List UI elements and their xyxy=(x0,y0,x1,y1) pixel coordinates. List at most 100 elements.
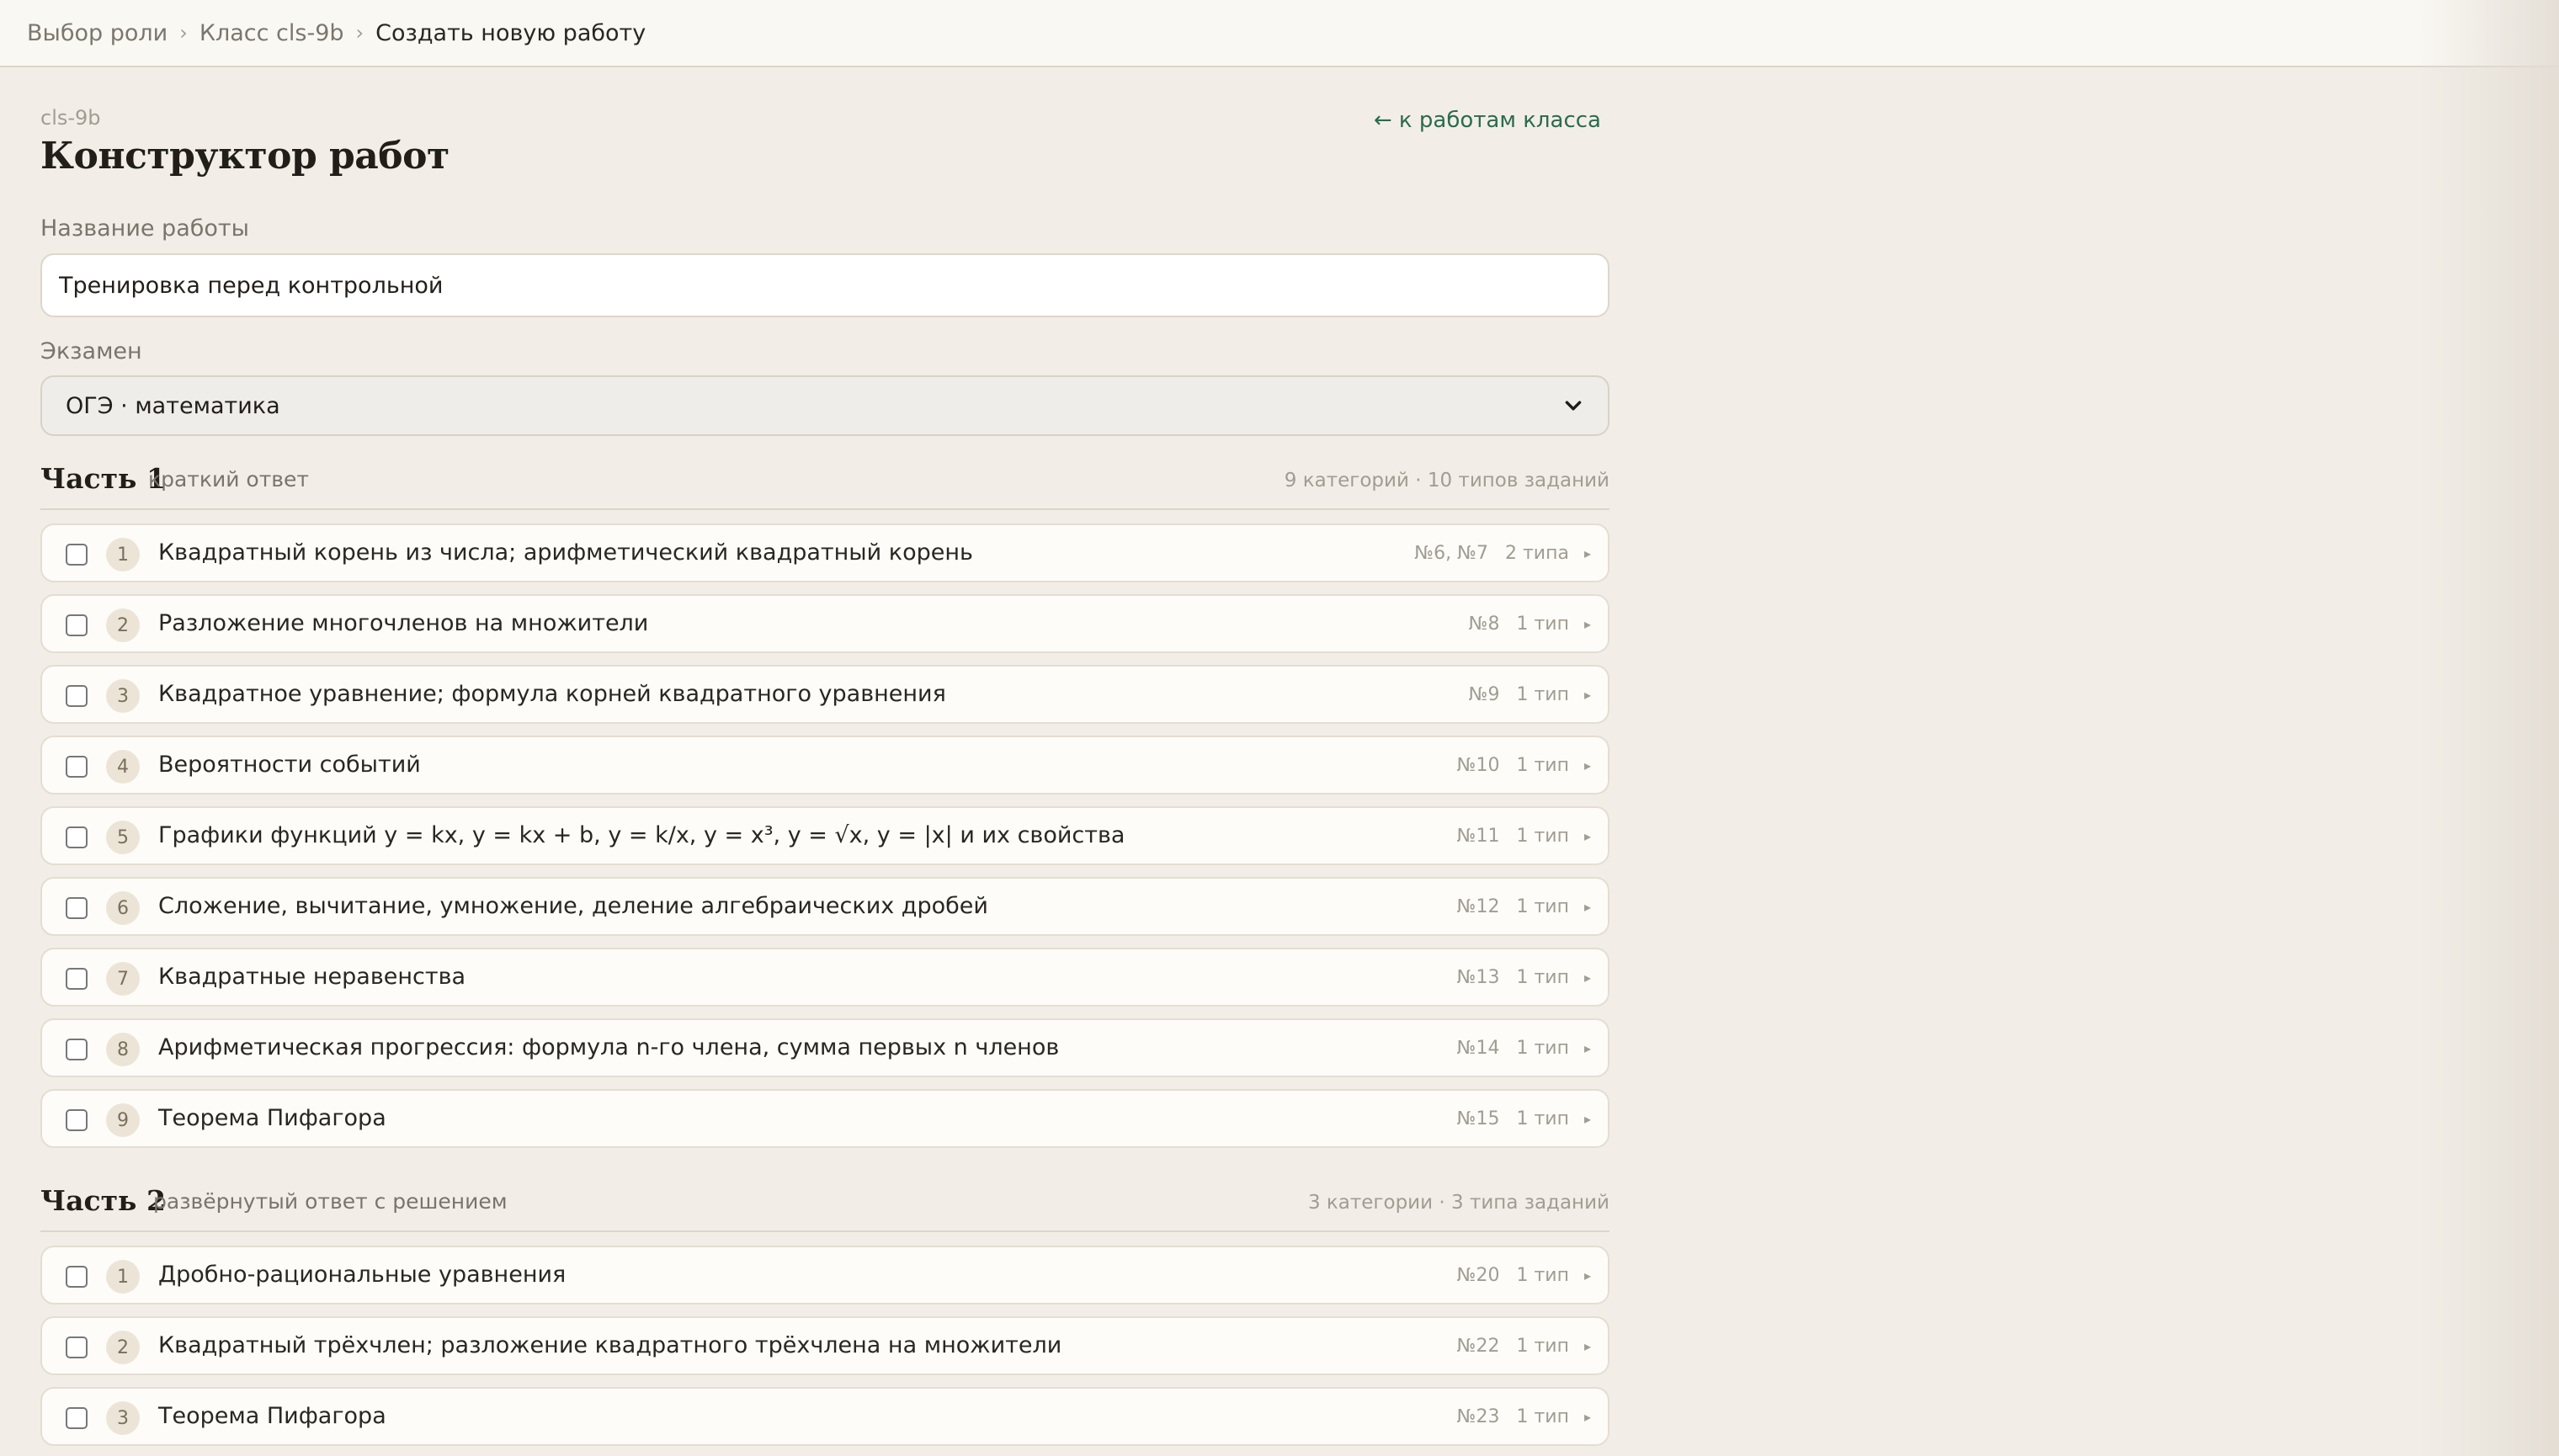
category-row[interactable]: 3 Теорема Пифагора №23 1 тип ▸ xyxy=(40,1387,1609,1446)
page-title: Конструктор работ xyxy=(40,135,450,178)
breadcrumb-current: Создать новую работу xyxy=(375,19,646,46)
category-number-badge: 8 xyxy=(106,1033,140,1066)
expand-arrow-icon[interactable]: ▸ xyxy=(1584,545,1591,561)
expand-arrow-icon[interactable]: ▸ xyxy=(1584,970,1591,986)
category-row[interactable]: 2 Разложение многочленов на множители №8 1 … xyxy=(40,594,1609,653)
category-type-count: 1 тип xyxy=(1516,683,1569,705)
expand-arrow-icon[interactable]: ▸ xyxy=(1584,757,1591,773)
category-row[interactable]: 3 Квадратное уравнение; формула корней кв… xyxy=(40,665,1609,724)
chevron-down-icon xyxy=(1565,401,1582,411)
category-row[interactable]: 1 Дробно-рациональные уравнения №20 1 тип ▸ xyxy=(40,1246,1609,1305)
back-to-class-works-link[interactable]: ← к работам класса xyxy=(1374,108,1601,133)
category-checkbox[interactable] xyxy=(66,1039,88,1060)
category-checkbox[interactable] xyxy=(66,756,88,778)
category-checkbox[interactable] xyxy=(66,1266,88,1288)
part-2-stats: 3 категории · 3 типа заданий xyxy=(1307,1192,1609,1214)
category-checkbox[interactable] xyxy=(66,1109,88,1131)
category-row[interactable]: 2 Квадратный трёхчлен; разложение квадрат… xyxy=(40,1316,1609,1375)
expand-arrow-icon[interactable]: ▸ xyxy=(1584,899,1591,915)
expand-arrow-icon[interactable]: ▸ xyxy=(1584,1040,1591,1056)
category-name: Теорема Пифагора xyxy=(158,1105,386,1131)
breadcrumb-role-select[interactable]: Выбор роли xyxy=(27,20,168,46)
right-edge-shade xyxy=(2416,0,2559,1456)
category-number-badge: 2 xyxy=(106,608,140,642)
category-row[interactable]: 6 Сложение, вычитание, умножение, деление… xyxy=(40,877,1609,936)
category-number-badge: 5 xyxy=(106,821,140,854)
category-checkbox[interactable] xyxy=(66,1407,88,1429)
category-meta: №13 1 тип ▸ xyxy=(1457,949,1591,1005)
category-type-count: 1 тип xyxy=(1516,613,1569,635)
category-type-count: 1 тип xyxy=(1516,1264,1569,1286)
category-task-numbers: №11 xyxy=(1456,825,1500,847)
category-row[interactable]: 8 Арифметическая прогрессия: формула n-го… xyxy=(40,1018,1609,1077)
part-1-subtitle: краткий ответ xyxy=(148,467,309,492)
exam-select[interactable]: ОГЭ · математика xyxy=(40,375,1609,436)
category-meta: №22 1 тип ▸ xyxy=(1457,1318,1591,1374)
category-row[interactable]: 4 Вероятности событий №10 1 тип ▸ xyxy=(40,736,1609,794)
category-checkbox[interactable] xyxy=(66,544,88,566)
category-type-count: 1 тип xyxy=(1516,895,1569,917)
work-title-label: Название работы xyxy=(40,215,249,242)
category-number-badge: 9 xyxy=(106,1103,140,1137)
category-name: Квадратный корень из числа; арифметическ… xyxy=(158,539,973,566)
category-name: Сложение, вычитание, умножение, деление … xyxy=(158,893,988,919)
category-number-badge: 7 xyxy=(106,962,140,996)
category-checkbox[interactable] xyxy=(66,897,88,919)
part-2-header: Часть 2 развёрнутый ответ с решением 3 к… xyxy=(40,1182,1609,1232)
category-task-numbers: №9 xyxy=(1468,683,1500,705)
part-2-title: Часть 2 xyxy=(40,1184,166,1217)
category-type-count: 1 тип xyxy=(1516,966,1569,988)
expand-arrow-icon[interactable]: ▸ xyxy=(1584,1409,1591,1425)
category-type-count: 1 тип xyxy=(1516,1108,1569,1129)
category-meta: №6, №7 2 типа ▸ xyxy=(1414,525,1591,581)
category-task-numbers: №6, №7 xyxy=(1414,542,1488,564)
category-task-numbers: №12 xyxy=(1456,895,1500,917)
category-checkbox[interactable] xyxy=(66,685,88,707)
exam-label: Экзамен xyxy=(40,338,142,364)
category-task-numbers: №22 xyxy=(1456,1335,1500,1357)
exam-select-value: ОГЭ · математика xyxy=(66,392,280,419)
expand-arrow-icon[interactable]: ▸ xyxy=(1584,1111,1591,1127)
category-task-numbers: №23 xyxy=(1456,1406,1500,1427)
category-name: Арифметическая прогрессия: формула n-го … xyxy=(158,1034,1060,1060)
expand-arrow-icon[interactable]: ▸ xyxy=(1584,828,1591,844)
expand-arrow-icon[interactable]: ▸ xyxy=(1584,687,1591,703)
category-name: Графики функций y = kx, y = kx + b, y = … xyxy=(158,822,1125,848)
category-name: Квадратный трёхчлен; разложение квадратн… xyxy=(158,1332,1062,1358)
category-meta: №8 1 тип ▸ xyxy=(1469,596,1591,651)
category-number-badge: 6 xyxy=(106,891,140,925)
category-checkbox[interactable] xyxy=(66,614,88,636)
category-row[interactable]: 7 Квадратные неравенства №13 1 тип ▸ xyxy=(40,948,1609,1007)
category-type-count: 2 типа xyxy=(1505,542,1569,564)
category-checkbox[interactable] xyxy=(66,1336,88,1358)
category-name: Разложение многочленов на множители xyxy=(158,610,649,636)
category-number-badge: 2 xyxy=(106,1331,140,1364)
chevron-right-icon: › xyxy=(355,21,364,45)
category-meta: №14 1 тип ▸ xyxy=(1457,1020,1591,1076)
expand-arrow-icon[interactable]: ▸ xyxy=(1584,616,1591,632)
category-number-badge: 1 xyxy=(106,1260,140,1294)
part-1-header: Часть 1 краткий ответ 9 категорий · 10 т… xyxy=(40,460,1609,510)
category-type-count: 1 тип xyxy=(1516,754,1569,776)
category-meta: №15 1 тип ▸ xyxy=(1457,1091,1591,1146)
category-name: Дробно-рациональные уравнения xyxy=(158,1262,567,1288)
expand-arrow-icon[interactable]: ▸ xyxy=(1584,1338,1591,1354)
category-row[interactable]: 5 Графики функций y = kx, y = kx + b, y =… xyxy=(40,806,1609,865)
category-type-count: 1 тип xyxy=(1516,1406,1569,1427)
category-type-count: 1 тип xyxy=(1516,1335,1569,1357)
category-row[interactable]: 1 Квадратный корень из числа; арифметичес… xyxy=(40,523,1609,582)
expand-arrow-icon[interactable]: ▸ xyxy=(1584,1267,1591,1283)
category-name: Квадратные неравенства xyxy=(158,964,466,990)
category-task-numbers: №13 xyxy=(1456,966,1500,988)
work-title-input[interactable] xyxy=(40,253,1609,317)
breadcrumb-class[interactable]: Класс cls-9b xyxy=(200,20,344,46)
category-task-numbers: №10 xyxy=(1456,754,1500,776)
part-2-subtitle: развёрнутый ответ с решением xyxy=(153,1189,508,1214)
category-checkbox[interactable] xyxy=(66,826,88,848)
top-bar: Выбор роли › Класс cls-9b › Создать нову… xyxy=(0,0,2559,67)
category-number-badge: 3 xyxy=(106,679,140,713)
category-checkbox[interactable] xyxy=(66,968,88,990)
category-row[interactable]: 9 Теорема Пифагора №15 1 тип ▸ xyxy=(40,1089,1609,1148)
category-task-numbers: №14 xyxy=(1456,1037,1500,1059)
breadcrumb: Выбор роли › Класс cls-9b › Создать нову… xyxy=(27,20,646,46)
